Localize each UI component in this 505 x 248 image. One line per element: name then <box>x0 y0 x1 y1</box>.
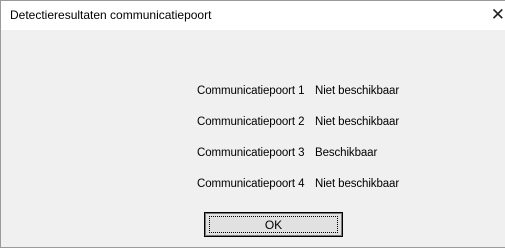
close-icon[interactable]: ✕ <box>487 1 505 30</box>
port-status: Niet beschikbaar <box>315 85 400 97</box>
port-label: Communicatiepoort 4 <box>197 178 305 190</box>
dialog-title: Detectieresultaten communicatiepoort <box>10 8 212 22</box>
port-label: Communicatiepoort 1 <box>197 85 305 97</box>
port-label: Communicatiepoort 2 <box>197 116 305 128</box>
result-row-1: Communicatiepoort 1 Niet beschikbaar <box>197 85 399 97</box>
port-label: Communicatiepoort 3 <box>197 147 305 159</box>
port-status: Beschikbaar <box>315 147 378 159</box>
title-bar: Detectieresultaten communicatiepoort ✕ <box>1 1 505 30</box>
result-row-4: Communicatiepoort 4 Niet beschikbaar <box>197 178 399 190</box>
result-row-2: Communicatiepoort 2 Niet beschikbaar <box>197 116 399 128</box>
port-status: Niet beschikbaar <box>315 178 400 190</box>
dialog-window: Detectieresultaten communicatiepoort ✕ C… <box>0 0 505 248</box>
ok-button[interactable]: OK <box>204 212 343 237</box>
result-row-3: Communicatiepoort 3 Beschikbaar <box>197 147 377 159</box>
port-status: Niet beschikbaar <box>315 116 400 128</box>
ok-button-label: OK <box>264 218 283 232</box>
